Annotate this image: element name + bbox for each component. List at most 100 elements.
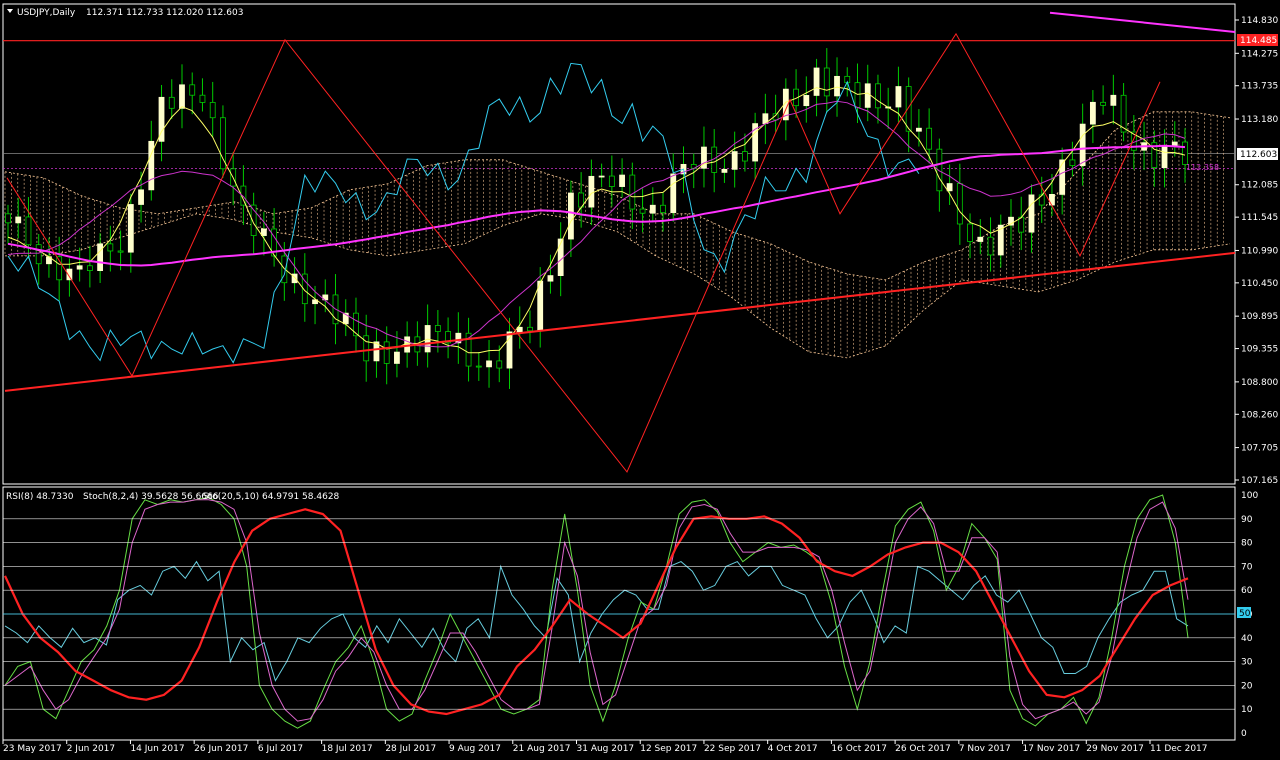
candle-body [588, 175, 595, 208]
candle-body [179, 84, 185, 109]
candle-body [598, 175, 605, 178]
date-tick-label: 14 Jun 2017 [130, 744, 184, 754]
price-tick-label: 110.990 [1241, 246, 1278, 256]
date-tick-label: 21 Aug 2017 [513, 744, 571, 754]
candle-body [394, 351, 400, 364]
candle-body [475, 365, 482, 368]
candle-body [742, 151, 748, 162]
osc-tick-label: 100 [1241, 491, 1258, 501]
candle-body [639, 208, 646, 214]
candle-body [1100, 101, 1107, 106]
chart-header: USDJPY,Daily 112.371 112.733 112.020 112… [7, 8, 243, 18]
date-tick-label: 23 May 2017 [3, 744, 62, 754]
symbol-label: USDJPY,Daily [17, 8, 76, 18]
price-tick-label: 114.830 [1241, 16, 1278, 26]
candle-body [199, 94, 206, 103]
date-tick-label: 9 Aug 2017 [449, 744, 501, 754]
price-tick-label: 112.085 [1241, 181, 1278, 191]
candle-body [1059, 159, 1066, 195]
indicator-header: RSI(8) 48.7330 Stoch(8,2,4) 39.5628 56.6… [6, 492, 340, 502]
date-tick-label: 17 Nov 2017 [1023, 744, 1081, 754]
stoch-signal-line [4, 499, 1189, 722]
date-tick-label: 11 Dec 2017 [1150, 744, 1208, 754]
candle-body [547, 275, 554, 282]
osc-panel-border [2, 486, 1236, 741]
support-trendline [4, 251, 1236, 392]
candle-body [1110, 94, 1117, 106]
triangle-down-icon[interactable] [7, 9, 13, 13]
candle-body [956, 183, 963, 225]
price-tick-label: 111.545 [1241, 213, 1278, 223]
date-tick-label: 2 Jun 2017 [67, 744, 115, 754]
candle-body [168, 96, 175, 109]
price-tick-label: 114.275 [1241, 49, 1278, 59]
date-axis: 23 May 2017 2 Jun 2017 14 Jun 2017 26 Jun 2… [2, 740, 1208, 754]
chart-canvas[interactable]: 114.830 114.275 113.735 113.180 112.085 111.5… [0, 0, 1280, 760]
candle-body [434, 325, 441, 332]
candle-body [895, 86, 902, 108]
date-tick-label: 31 Aug 2017 [577, 744, 635, 754]
date-tick-label: 6 Jul 2017 [258, 744, 303, 754]
candle-body [1018, 216, 1025, 233]
date-tick-label: 4 Oct 2017 [768, 744, 818, 754]
current-price-tag: 112.603 [1237, 148, 1278, 160]
candle-body [1089, 101, 1096, 125]
stoch-fast-label: Stoch(8,2,4) 39.5628 56.6666 [83, 492, 219, 502]
candle-body [97, 243, 104, 272]
candle-body [189, 84, 196, 96]
svg-text:114.485: 114.485 [1240, 36, 1277, 46]
svg-text:112.603: 112.603 [1240, 150, 1277, 160]
moving-average-line [7, 144, 1186, 267]
price-tick-label: 109.355 [1241, 345, 1278, 355]
date-tick-label: 18 Jul 2017 [322, 744, 373, 754]
candle-body [670, 173, 677, 214]
candle-body [383, 341, 390, 364]
price-tick-label: 113.735 [1241, 82, 1278, 92]
candle-body [731, 151, 738, 170]
ichimoku-cloud [4, 111, 1224, 358]
oscillator-axis: 1009080706050403020100 [3, 491, 1258, 739]
candle-body [15, 216, 22, 224]
candle-body [5, 213, 11, 224]
price-tick-label: 108.800 [1241, 378, 1278, 388]
candle-body [915, 127, 922, 132]
date-tick-label: 7 Nov 2017 [959, 744, 1011, 754]
price-tick-label: 110.450 [1241, 279, 1278, 289]
candle-body [260, 228, 267, 236]
candle-body [148, 140, 155, 191]
candle-body [946, 183, 953, 192]
date-tick-label: 26 Oct 2017 [895, 744, 951, 754]
candle-body [1028, 194, 1035, 233]
candle-body [1182, 141, 1188, 165]
candle-body [35, 244, 42, 265]
osc-tick-label: 40 [1241, 634, 1253, 644]
price-tick-label: 113.180 [1241, 115, 1278, 125]
hline-price-tag: 114.485 [1237, 34, 1278, 46]
osc-tick-label: 10 [1241, 705, 1253, 715]
date-tick-label: 29 Nov 2017 [1086, 744, 1144, 754]
candle-body [926, 127, 933, 150]
candle-body [987, 236, 994, 256]
svg-text:50: 50 [1239, 609, 1251, 619]
candle-body [1079, 123, 1086, 166]
candle-body [905, 86, 912, 132]
osc-level-tag: 50 [1237, 607, 1251, 619]
price-panel[interactable] [2, 3, 1236, 485]
candle-body [86, 265, 93, 272]
candle-body [496, 360, 503, 369]
candle-body [117, 250, 124, 253]
candles [5, 48, 1188, 389]
candle-body [967, 223, 973, 242]
osc-tick-label: 80 [1241, 539, 1253, 549]
osc-tick-label: 90 [1241, 515, 1253, 525]
price-tick-label: 108.260 [1241, 410, 1278, 420]
candle-body [363, 335, 370, 362]
candle-body [803, 95, 810, 107]
candle-body [1069, 159, 1076, 166]
candle-body [76, 265, 83, 270]
osc-tick-label: 30 [1241, 658, 1253, 668]
candle-body [209, 102, 216, 119]
oscillator-panel[interactable] [2, 486, 1236, 741]
candle-body [1161, 145, 1168, 169]
candle-body [823, 67, 830, 97]
